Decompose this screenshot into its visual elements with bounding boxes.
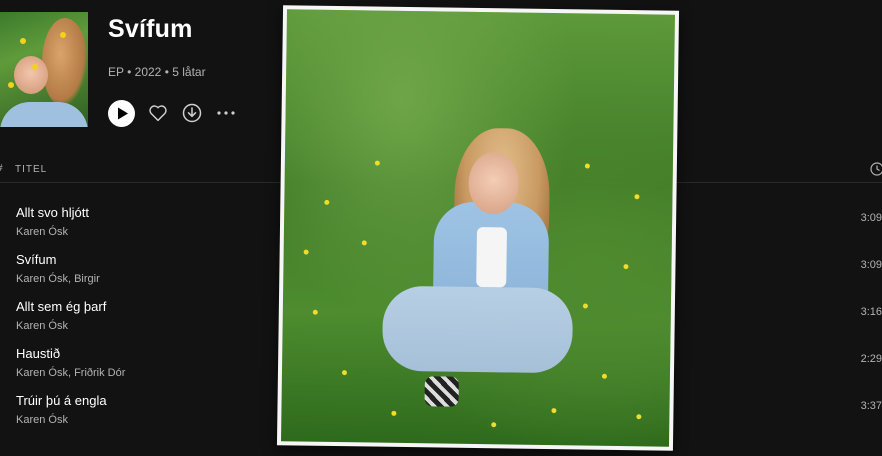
track-duration: 3:09 xyxy=(860,212,882,224)
clock-icon xyxy=(870,162,882,179)
album-meta: EP • 2022 • 5 låtar xyxy=(108,65,206,79)
more-options-button[interactable] xyxy=(215,102,237,124)
track-artist[interactable]: Karen Ósk xyxy=(16,226,68,238)
play-icon xyxy=(117,107,128,120)
album-title: Svífum xyxy=(108,15,193,43)
track-title[interactable]: Trúir þú á engla xyxy=(16,393,107,408)
album-cover xyxy=(0,12,88,127)
track-title[interactable]: Allt svo hljótt xyxy=(16,205,89,220)
track-artist[interactable]: Karen Ósk xyxy=(16,320,68,332)
track-duration: 3:16 xyxy=(860,306,882,318)
column-title: TITEL xyxy=(15,164,48,175)
more-icon xyxy=(217,111,235,115)
track-title[interactable]: Haustið xyxy=(16,346,60,361)
play-button[interactable] xyxy=(108,100,135,127)
track-duration: 3:37 xyxy=(860,400,882,412)
like-button[interactable] xyxy=(147,102,169,124)
heart-icon xyxy=(149,105,167,122)
track-title[interactable]: Svífum xyxy=(16,252,56,267)
artist-photo-frame xyxy=(276,5,680,451)
artist-photo xyxy=(281,9,675,447)
track-artist[interactable]: Karen Ósk, Friðrik Dór xyxy=(16,367,125,379)
download-icon xyxy=(182,103,202,123)
column-number: # xyxy=(0,163,4,174)
track-artist[interactable]: Karen Ósk, Birgir xyxy=(16,273,100,285)
track-duration: 3:09 xyxy=(860,259,882,271)
track-title[interactable]: Allt sem ég þarf xyxy=(16,299,106,314)
download-button[interactable] xyxy=(181,102,203,124)
track-duration: 2:29 xyxy=(860,353,882,365)
track-artist[interactable]: Karen Ósk xyxy=(16,414,68,426)
